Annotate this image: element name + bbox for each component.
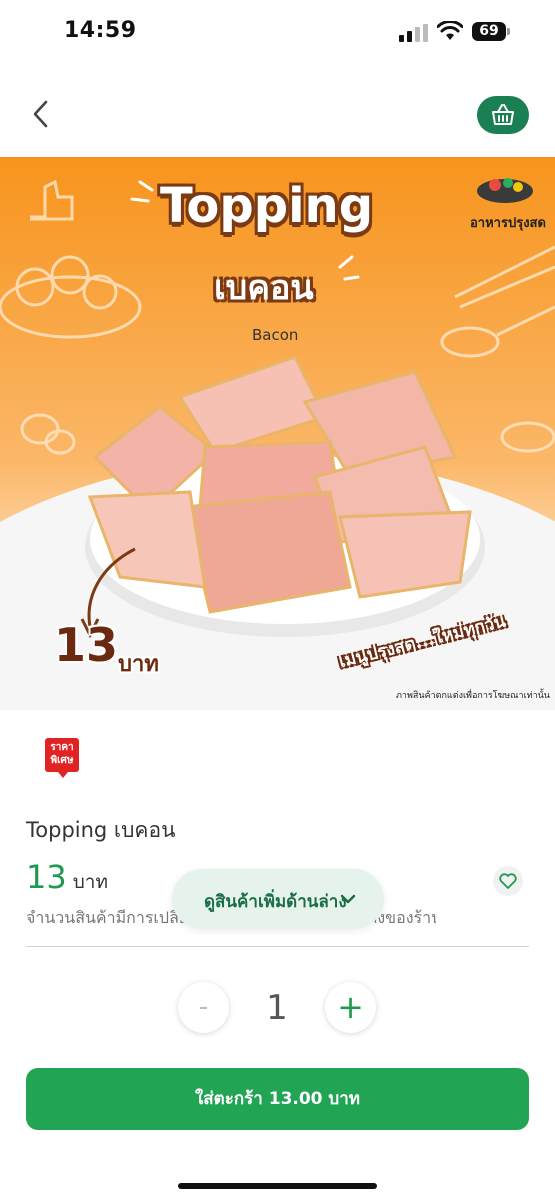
heart-icon bbox=[499, 873, 517, 889]
basket-icon bbox=[492, 104, 514, 125]
chevron-left-icon bbox=[33, 100, 48, 128]
battery-icon: 69 bbox=[472, 22, 506, 41]
back-button[interactable] bbox=[24, 96, 60, 132]
product-price: 13 บาท bbox=[26, 858, 108, 897]
price-unit: บาท bbox=[72, 871, 108, 893]
hero-brand: อาหารปรุงสด bbox=[470, 216, 546, 231]
quantity-increase-button[interactable]: + bbox=[325, 982, 376, 1033]
battery-tip bbox=[507, 28, 510, 35]
hero-price-unit: บาท bbox=[118, 652, 159, 677]
see-more-products-button[interactable]: ดูสินค้าเพิ่มด้านล่าง bbox=[172, 869, 384, 929]
status-time: 14:59 bbox=[64, 18, 137, 43]
hero-disclaimer: ภาพสินค้าตกแต่งเพื่อการโฆษณาเท่านั้น bbox=[396, 691, 550, 701]
quantity-value: 1 bbox=[266, 988, 288, 1028]
special-price-badge: ราคา พิเศษ bbox=[45, 738, 79, 778]
chevron-down-icon bbox=[340, 894, 356, 904]
quantity-decrease-button[interactable]: - bbox=[178, 982, 229, 1033]
product-hero-image: Topping เบคอน Bacon อาหารปรุงสด 13 บาท เ… bbox=[0, 157, 555, 710]
cart-button[interactable] bbox=[477, 96, 529, 134]
badge-line1: ราคา bbox=[50, 742, 74, 753]
status-bar: 14:59 69 bbox=[0, 0, 555, 66]
price-value: 13 bbox=[26, 858, 67, 896]
see-more-label: ดูสินค้าเพิ่มด้านล่าง bbox=[204, 892, 347, 912]
hero-subtitle-en: Bacon bbox=[252, 326, 299, 344]
hero-title: Topping bbox=[160, 178, 374, 234]
home-indicator bbox=[178, 1183, 377, 1189]
product-name: Topping เบคอน bbox=[26, 818, 176, 842]
hero-subtitle: เบคอน bbox=[214, 268, 314, 308]
badge-line2: พิเศษ bbox=[50, 755, 74, 766]
hero-price-number: 13 bbox=[54, 618, 119, 672]
cellular-signal-icon bbox=[399, 24, 428, 42]
add-to-cart-button[interactable]: ใส่ตะกร้า 13.00 บาท bbox=[26, 1068, 529, 1130]
wifi-icon bbox=[437, 21, 463, 40]
favorite-button[interactable] bbox=[493, 866, 523, 896]
divider bbox=[26, 946, 529, 947]
